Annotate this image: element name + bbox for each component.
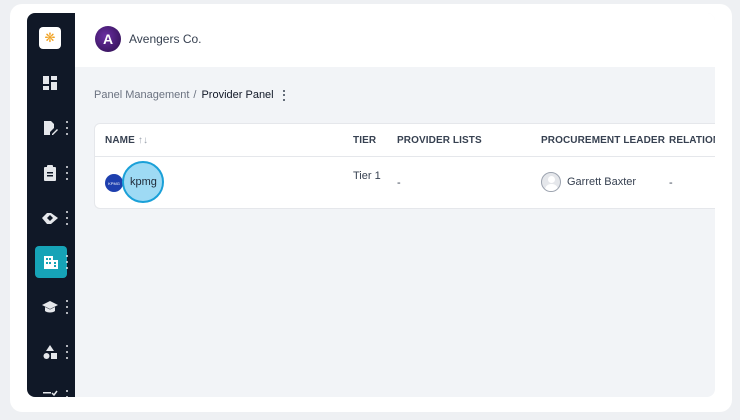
top-bar: A Avengers Co. [75,13,715,67]
building-icon [35,246,67,278]
sidebar: ❋ [27,13,75,397]
sort-icon[interactable]: ↑↓ [138,135,148,146]
document-edit-icon [40,118,60,138]
column-header-name[interactable]: NAME ↑↓ [105,135,148,146]
sidebar-item-menu-icon[interactable] [65,255,69,269]
sidebar-item-learning[interactable] [27,291,75,323]
breadcrumb-separator: / [193,89,197,101]
provider-name-link[interactable]: kpmg [130,176,157,188]
column-header-tier[interactable]: TIER [353,135,376,146]
sidebar-item-menu-icon[interactable] [65,390,69,397]
provider-logo: KPMG [105,174,123,192]
breadcrumb: Panel Management / Provider Panel [94,89,286,101]
sidebar-item-partnerships[interactable] [27,202,75,234]
breadcrumb-current: Provider Panel [201,89,274,101]
sidebar-item-dashboard[interactable] [27,67,75,99]
sidebar-item-requests[interactable] [27,157,75,189]
shapes-icon [40,342,60,362]
provider-lists: - [397,177,401,189]
sidebar-item-tasks[interactable] [27,381,75,397]
procurement-leader-name: Garrett Baxter [567,176,637,188]
dashboard-icon [40,73,60,93]
column-header-provider-lists[interactable]: PROVIDER LISTS [397,135,482,146]
column-header-relationship[interactable]: RELATION [669,135,715,146]
graduation-cap-icon [40,297,60,317]
org-avatar[interactable]: A [95,26,121,52]
sidebar-item-providers[interactable] [27,246,75,278]
checklist-icon [40,387,60,397]
more-options-icon[interactable] [283,89,286,101]
user-avatar-icon [541,172,561,192]
provider-tier: Tier 1 [353,170,381,182]
sidebar-item-menu-icon[interactable] [65,211,69,225]
provider-table: NAME ↑↓ TIER PROVIDER LISTS PROCUREMENT L… [94,123,715,209]
column-header-procurement-leader[interactable]: PROCUREMENT LEADER [541,135,665,146]
sidebar-item-menu-icon[interactable] [65,121,69,135]
app-logo[interactable]: ❋ [39,27,61,49]
clipboard-icon [40,163,60,183]
table-header: NAME ↑↓ TIER PROVIDER LISTS PROCUREMENT L… [95,124,715,157]
sidebar-item-categories[interactable] [27,336,75,368]
sidebar-item-menu-icon[interactable] [65,300,69,314]
sidebar-item-contracts[interactable] [27,112,75,144]
relationship-value: - [669,177,673,189]
org-name[interactable]: Avengers Co. [129,32,202,46]
main-content: A Avengers Co. Panel Management / Provid… [75,13,715,397]
sidebar-item-menu-icon[interactable] [65,166,69,180]
breadcrumb-panel-management[interactable]: Panel Management [94,89,189,101]
column-header-name-label: NAME [105,135,135,146]
handshake-icon [40,208,60,228]
sidebar-item-menu-icon[interactable] [65,345,69,359]
table-row[interactable]: KPMG kpmg Tier 1 - Garrett Baxter - [95,157,715,209]
